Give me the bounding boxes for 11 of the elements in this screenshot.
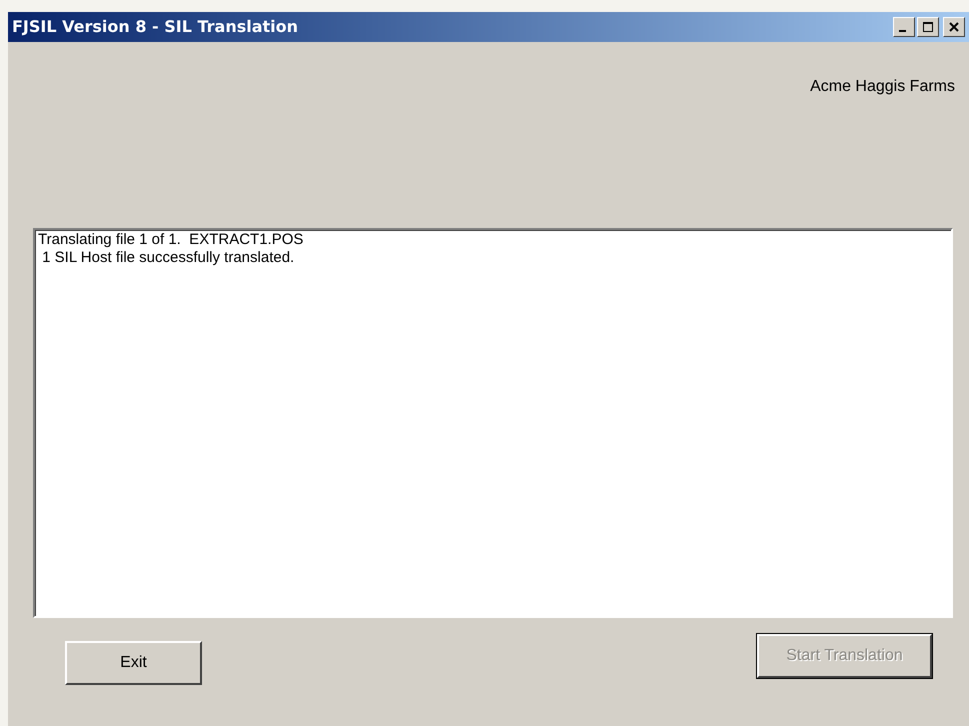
log-line: 1 SIL Host file successfully translated.: [41, 249, 296, 267]
maximize-button[interactable]: [917, 17, 939, 37]
company-name: Acme Haggis Farms: [810, 77, 955, 97]
maximize-icon: [923, 22, 933, 32]
exit-button[interactable]: Exit: [65, 641, 202, 685]
minimize-icon: [899, 30, 906, 32]
log-line: Translating file 1 of 1. EXTRACT1.POS: [38, 231, 304, 249]
close-icon: [949, 22, 959, 32]
window-title: FJSIL Version 8 - SIL Translation: [12, 16, 298, 38]
minimize-button[interactable]: [893, 17, 915, 37]
close-button[interactable]: [943, 17, 965, 37]
